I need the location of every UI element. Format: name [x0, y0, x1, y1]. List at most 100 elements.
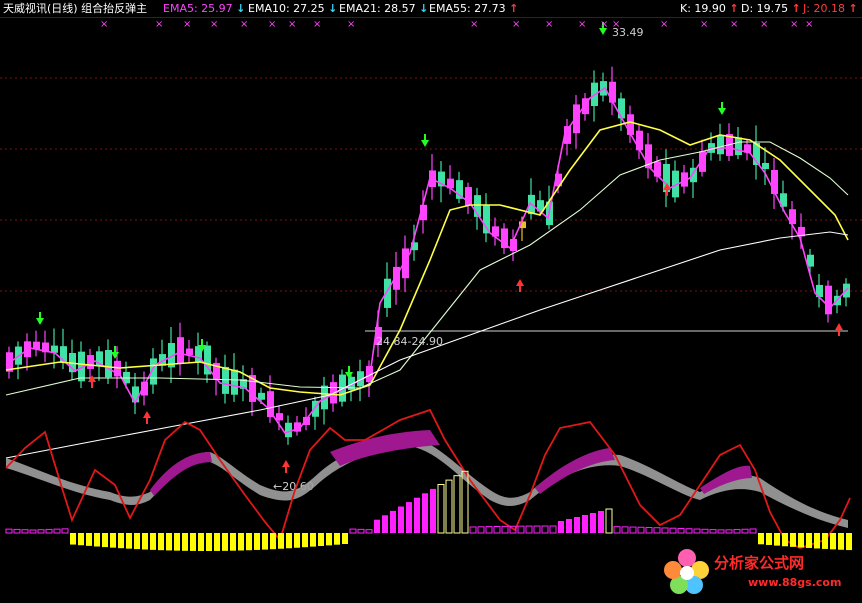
histogram-bar	[45, 528, 53, 534]
candle-body	[717, 135, 724, 155]
histogram-bar	[693, 528, 701, 534]
histogram-bar	[198, 533, 204, 551]
histogram-bar	[206, 533, 212, 551]
ema55-value: EMA55: 27.73 ↑	[429, 2, 519, 15]
signal-x-mark: ×	[790, 19, 798, 30]
signal-x-mark: ×	[578, 19, 586, 30]
histogram-bar	[13, 528, 21, 534]
histogram-bar	[230, 533, 236, 551]
histogram-bar	[310, 533, 316, 547]
histogram-bar	[21, 529, 29, 534]
histogram-bar	[549, 525, 557, 534]
candle-body	[618, 98, 625, 119]
buy-arrow-icon	[36, 318, 44, 325]
histogram-bar	[334, 533, 340, 545]
histogram-bar	[605, 508, 613, 534]
histogram-bar	[749, 528, 757, 534]
histogram-bar	[661, 527, 669, 534]
candle-body	[762, 162, 769, 170]
histogram-bar	[390, 510, 396, 533]
candlestick-chart[interactable]: 33.4924.84-24.90←20.60× × × × × × × × × × × × × × × × × ×…	[0, 0, 862, 603]
histogram-bar	[653, 527, 661, 534]
histogram-bar	[701, 528, 709, 534]
ema10-line	[5, 121, 849, 396]
candle-body	[276, 413, 283, 421]
ema5-value: EMA5: 25.97 ↓	[163, 2, 246, 15]
histogram-bar	[669, 527, 677, 534]
range-price-label: 24.84-24.90	[376, 335, 443, 348]
histogram-bar	[166, 533, 172, 551]
histogram-bar	[357, 528, 365, 534]
histogram-bar	[582, 515, 588, 533]
histogram-bar	[126, 533, 132, 549]
histogram-bar	[430, 488, 436, 533]
ema21-value: EMA21: 28.57 ↓	[339, 2, 429, 15]
signal-x-mark: ×	[600, 19, 608, 30]
histogram-bar	[150, 533, 156, 550]
histogram-bar	[78, 533, 84, 546]
histogram-bar	[637, 526, 645, 534]
k-value: K: 19.90 ↑	[680, 2, 739, 15]
signal-x-mark: ×	[700, 19, 708, 30]
histogram-bar	[558, 521, 564, 533]
signal-x-mark: ×	[470, 19, 478, 30]
histogram-bar	[629, 526, 637, 534]
histogram-bar	[214, 533, 220, 551]
watermark-url: www.88gs.com	[748, 576, 842, 589]
histogram-bar	[86, 533, 92, 546]
histogram-bar	[741, 528, 749, 534]
histogram-bar	[422, 493, 428, 533]
histogram-bar	[437, 484, 445, 534]
flower-logo-icon	[664, 549, 709, 594]
signal-x-mark: ×	[288, 19, 296, 30]
sell-arrow-icon	[516, 279, 524, 286]
histogram-bar	[445, 479, 453, 534]
candle-body	[267, 391, 274, 418]
signal-x-mark: ×	[760, 19, 768, 30]
histogram-bar	[110, 533, 116, 548]
buy-arrow-icon	[111, 352, 119, 359]
watermark-site-name: 分析家公式网	[714, 554, 805, 572]
histogram-bar	[222, 533, 228, 551]
histogram-bar	[717, 529, 725, 534]
up-arrow-icon: ↑	[791, 2, 801, 15]
histogram-bar	[190, 533, 196, 551]
down-arrow-icon: ↓	[419, 2, 429, 15]
stock-title: 天威视讯(日线) 组合抬反弹主	[3, 2, 148, 15]
signal-x-mark: ×	[730, 19, 738, 30]
signal-x-mark: ×	[100, 19, 108, 30]
j-value: J: 20.18 ↑	[803, 2, 858, 15]
sell-arrow-icon	[835, 323, 843, 330]
candle-body	[483, 205, 490, 234]
histogram-bar	[270, 533, 276, 550]
histogram-bar	[5, 528, 13, 534]
histogram-bar	[525, 525, 533, 534]
candle-body	[222, 366, 229, 394]
histogram-bar	[278, 533, 284, 549]
histogram-bar	[414, 497, 420, 533]
candle-body	[231, 369, 238, 395]
histogram-bar	[598, 511, 604, 533]
histogram-bar	[37, 529, 45, 534]
up-arrow-icon: ↑	[509, 2, 519, 15]
histogram-bar	[246, 533, 252, 551]
candle-body	[258, 392, 265, 400]
candle-body	[186, 348, 193, 356]
histogram-bar	[621, 526, 629, 534]
signal-x-mark: ×	[240, 19, 248, 30]
signal-x-mark: ×	[545, 19, 553, 30]
histogram-bar	[238, 533, 244, 551]
d-value: D: 19.75 ↑	[741, 2, 801, 15]
histogram-bar	[294, 533, 300, 548]
histogram-bar	[342, 533, 348, 545]
watermark: 分析家公式网 www.88gs.com	[660, 544, 862, 600]
histogram-bar	[398, 506, 404, 533]
candle-body	[105, 349, 112, 378]
histogram-bar	[318, 533, 324, 546]
histogram-bar	[61, 528, 69, 534]
histogram-bar	[134, 533, 140, 550]
histogram-bar	[302, 533, 308, 548]
histogram-bar	[53, 528, 61, 534]
histogram-bar	[254, 533, 260, 550]
histogram-bar	[541, 525, 549, 534]
